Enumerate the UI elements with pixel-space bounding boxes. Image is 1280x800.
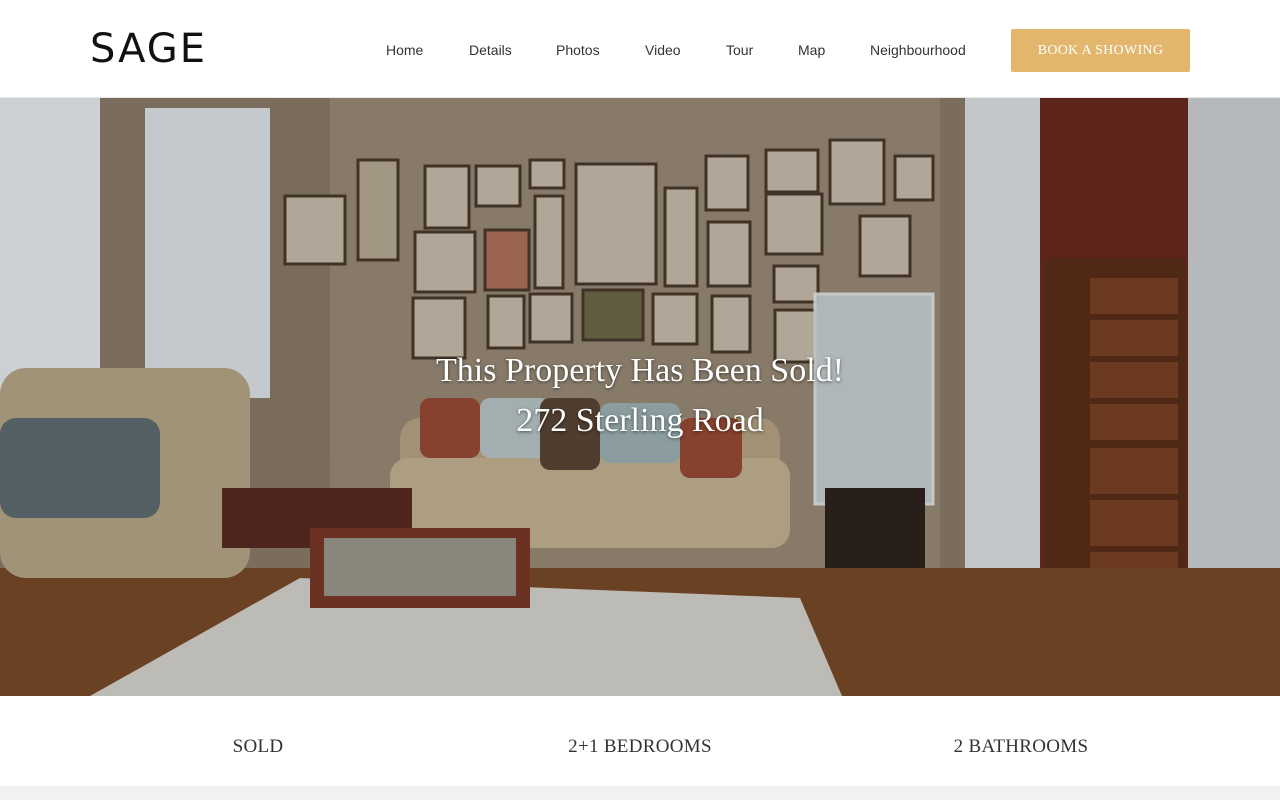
nav-item-details[interactable]: Details [469, 40, 512, 60]
nav-item-neighbourhood[interactable]: Neighbourhood [870, 40, 966, 60]
nav-item-photos[interactable]: Photos [556, 40, 600, 60]
stat-bathrooms: 2 BATHROOMS [953, 736, 1089, 757]
site-logo[interactable]: SAGE [90, 24, 207, 74]
nav-item-video[interactable]: Video [645, 40, 681, 60]
book-showing-button[interactable]: BOOK A SHOWING [1011, 29, 1190, 72]
hero-section: This Property Has Been Sold! 272 Sterlin… [0, 98, 1280, 696]
property-stats: SOLD 2+1 BEDROOMS 2 BATHROOMS [0, 696, 1280, 786]
section-divider [0, 786, 1280, 800]
hero-address: 272 Sterling Road [516, 402, 764, 439]
nav-item-map[interactable]: Map [798, 40, 825, 60]
hero-headline: This Property Has Been Sold! [436, 352, 844, 389]
nav-item-home[interactable]: Home [386, 40, 423, 60]
living-room-photo [0, 98, 1280, 696]
stat-status: SOLD [232, 736, 284, 757]
stat-bedrooms: 2+1 BEDROOMS [568, 736, 712, 757]
site-header: SAGE Home Details Photos Video Tour Map … [0, 0, 1280, 98]
nav-item-tour[interactable]: Tour [726, 40, 753, 60]
